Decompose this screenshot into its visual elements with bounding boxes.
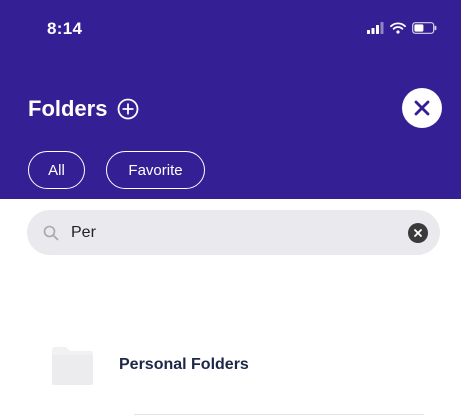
filter-favorite-chip[interactable]: Favorite <box>106 151 205 189</box>
folder-icon <box>50 344 95 387</box>
filter-all-chip[interactable]: All <box>28 151 85 189</box>
filter-row: All Favorite <box>28 151 205 189</box>
close-button[interactable] <box>402 88 442 128</box>
status-icons <box>367 22 437 38</box>
page-title: Folders <box>28 96 108 121</box>
wifi-icon <box>390 21 406 39</box>
clear-search-button[interactable] <box>408 222 428 243</box>
close-icon <box>413 99 431 117</box>
status-time: 8:14 <box>47 19 83 38</box>
header: 8:14 Folders All Favorite <box>0 0 461 199</box>
search-input[interactable] <box>71 223 408 242</box>
title-row: Folders <box>28 94 140 124</box>
plus-circle-icon <box>117 98 139 120</box>
search-icon <box>43 225 59 241</box>
search-bar <box>27 210 440 255</box>
clear-icon <box>413 228 423 238</box>
folder-label: Personal Folders <box>119 356 249 373</box>
battery-icon <box>412 21 437 39</box>
list-item[interactable]: Personal Folders <box>50 340 430 390</box>
divider <box>134 414 424 415</box>
add-folder-button[interactable] <box>116 97 140 121</box>
signal-icon <box>367 21 384 39</box>
